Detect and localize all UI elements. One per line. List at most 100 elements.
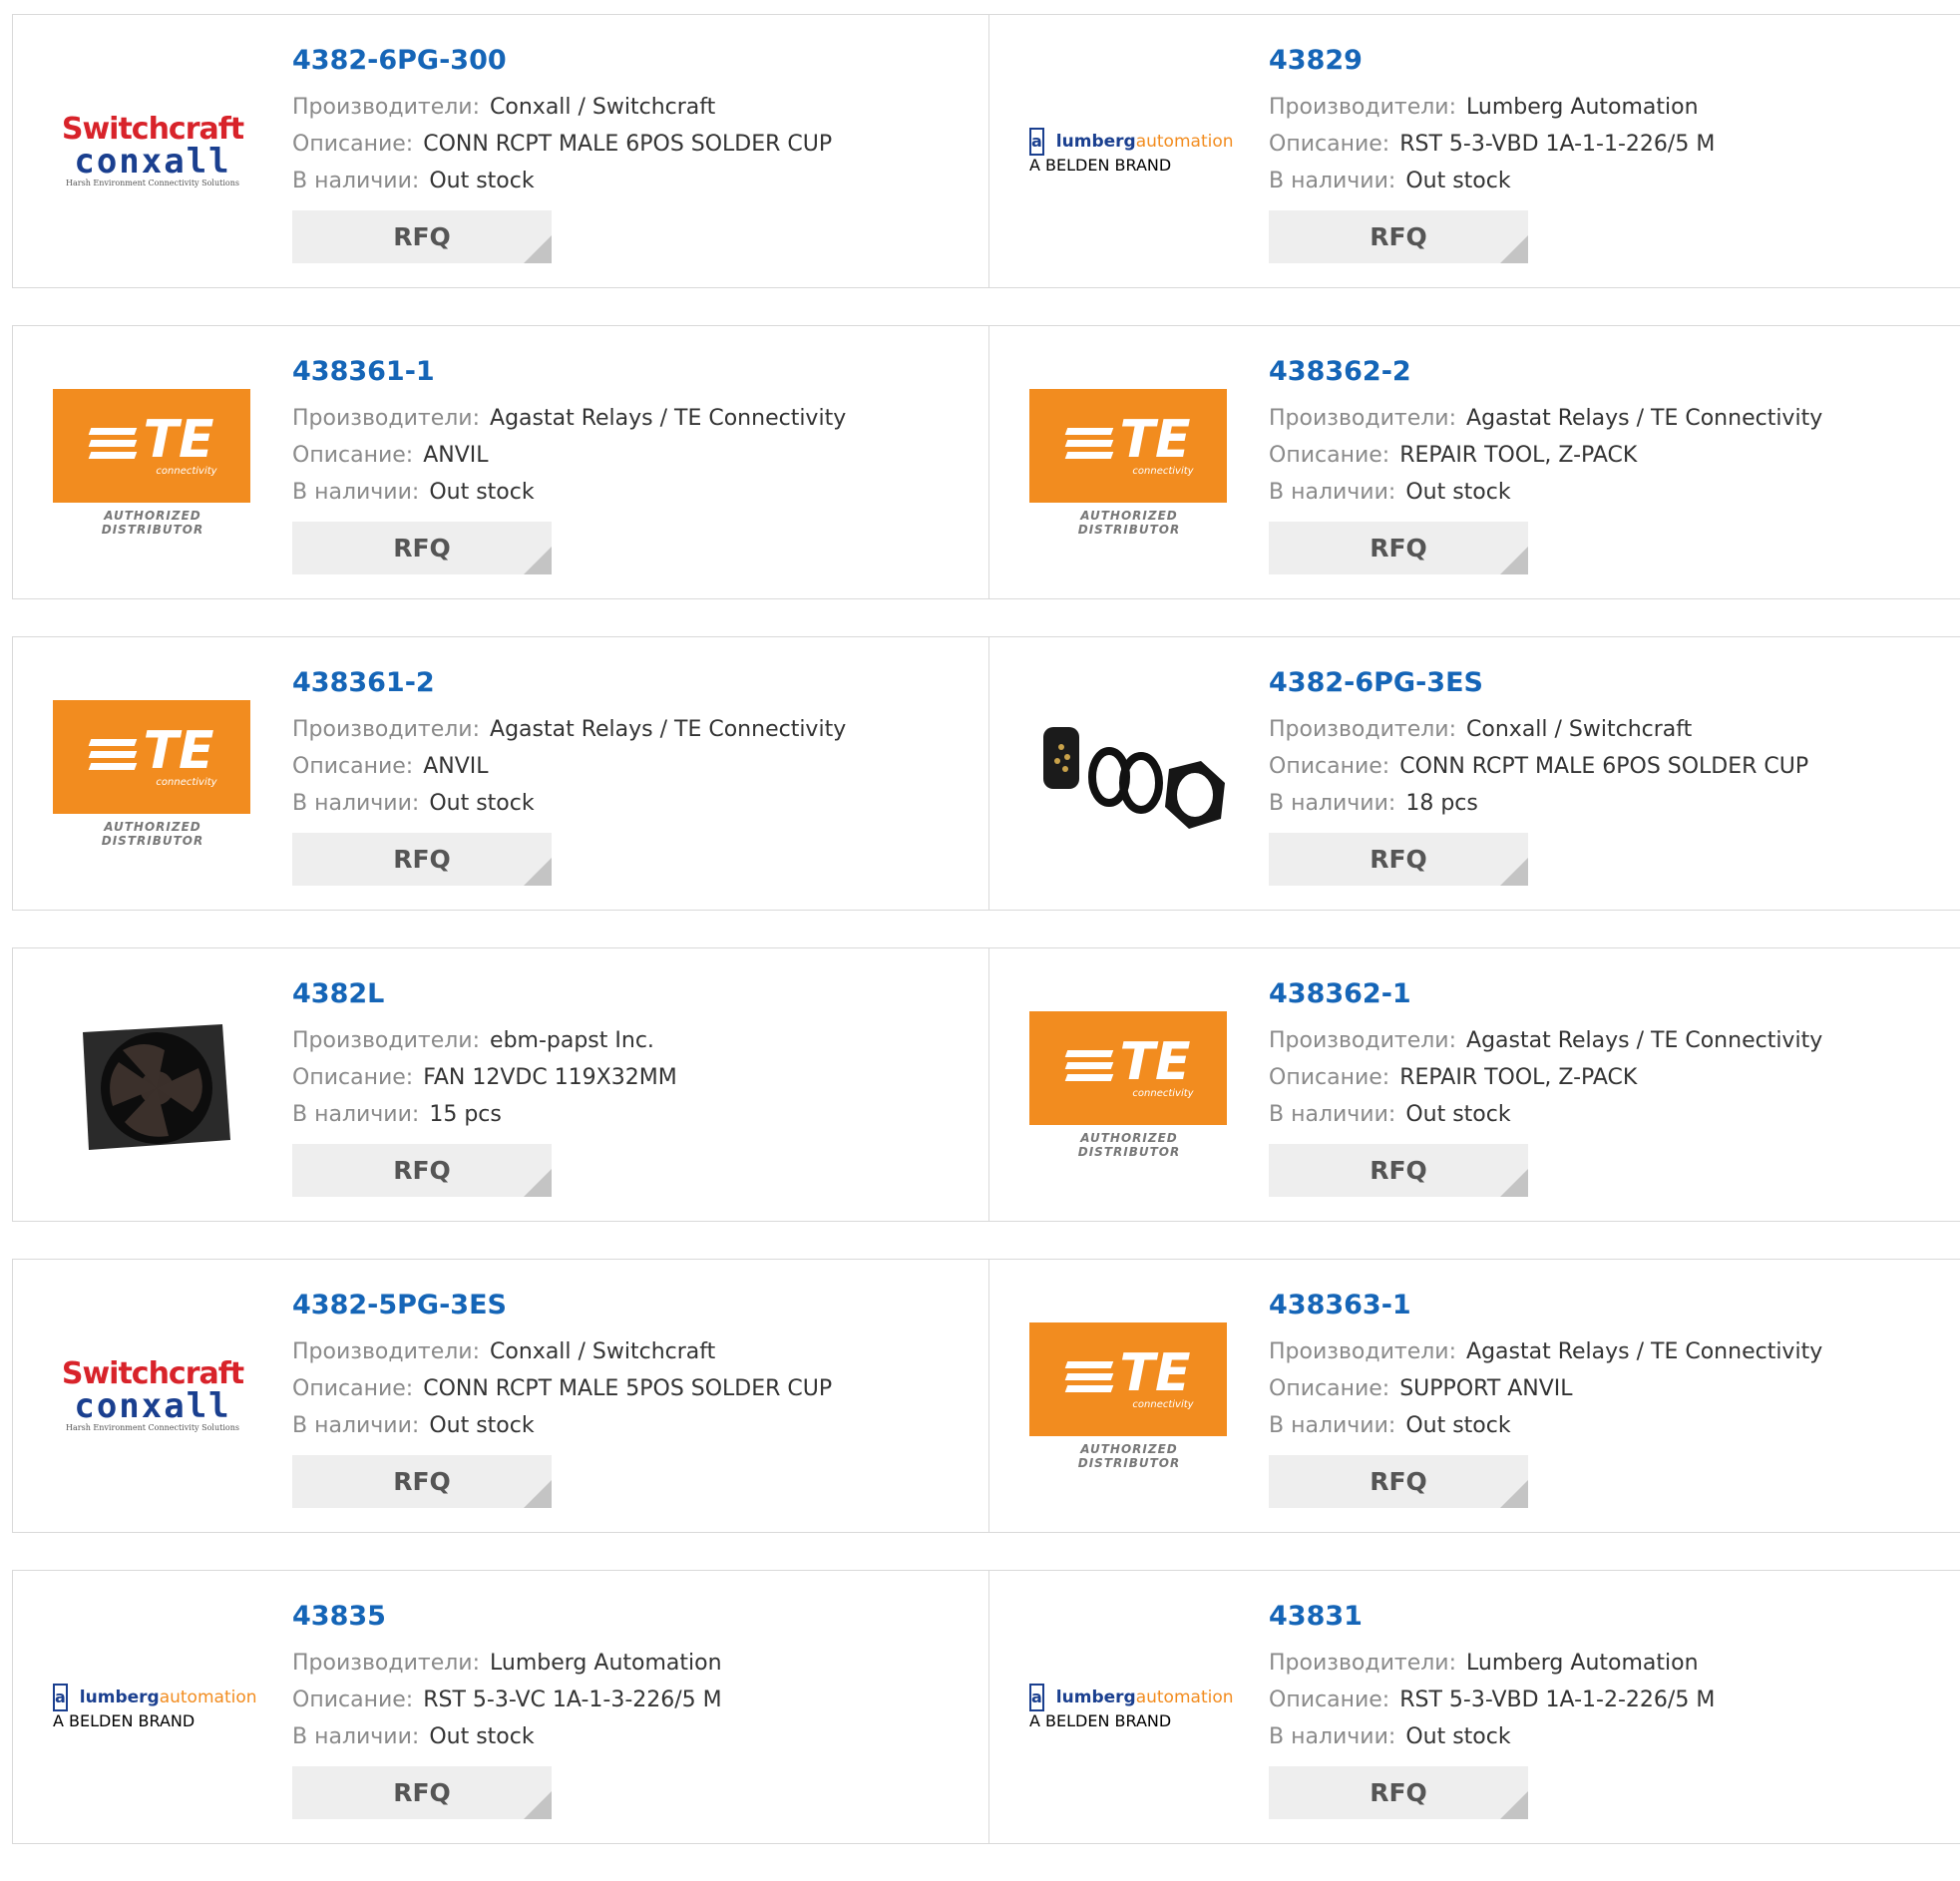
product-card: a lumberg automation A BELDEN BRAND 43831 Про… [988,1571,1960,1843]
rfq-button[interactable]: RFQ [1269,1455,1528,1508]
stock-value: 15 pcs [429,1102,502,1127]
corner-triangle-icon [1500,1480,1528,1508]
logo-text: lumberg [1055,1688,1136,1707]
manufacturer-value: Agastat Relays / TE Connectivity [1466,406,1823,431]
product-image[interactable]: Switchcraft conxall Harsh Environment Conn… [53,77,252,226]
stock-value: Out stock [1405,1413,1511,1438]
rfq-button[interactable]: RFQ [292,1766,552,1819]
stock-label: В наличии: [292,1413,420,1438]
lumberg-icon: a [53,1684,68,1711]
product-image[interactable]: TE connectivity AUTHORIZED DISTRIBUTOR [53,699,252,849]
lumberg-icon: a [1029,1684,1044,1711]
stock-line: В наличии: Out stock [1269,163,1954,199]
product-card: TE connectivity AUTHORIZED DISTRIBUTOR 4383… [988,948,1960,1221]
product-image[interactable]: a lumberg automation A BELDEN BRAND [1029,1633,1234,1782]
product-image[interactable]: a lumberg automation A BELDEN BRAND [1029,77,1234,226]
logo-text: TE [143,410,214,470]
product-image[interactable]: TE connectivity AUTHORIZED DISTRIBUTOR [1029,388,1229,538]
description-label: Описание: [1269,1065,1390,1090]
part-number-link[interactable]: 4382-6PG-300 [292,43,979,79]
manufacturer-line: Производители: Agastat Relays / TE Connec… [1269,1022,1954,1059]
part-number-link[interactable]: 438361-1 [292,354,979,390]
te-mark: TE [1064,414,1191,466]
stock-line: В наличии: Out stock [292,785,979,822]
logo-text: Switchcraft [61,112,244,147]
logo-text: conxall [74,1386,231,1426]
corner-triangle-icon [1500,1791,1528,1819]
stock-label: В наличии: [292,1102,420,1127]
stock-value: Out stock [429,480,535,505]
part-number-link[interactable]: 4382L [292,976,979,1012]
product-image[interactable]: TE connectivity AUTHORIZED DISTRIBUTOR [1029,1010,1229,1160]
part-number-link[interactable]: 438362-1 [1269,976,1954,1012]
te-bars-icon [1064,423,1113,464]
rfq-button[interactable]: RFQ [292,1455,552,1508]
product-card: TE connectivity AUTHORIZED DISTRIBUTOR 4383… [13,637,988,910]
manufacturer-line: Производители: Conxall / Switchcraft [1269,711,1954,748]
rfq-button[interactable]: RFQ [292,1144,552,1197]
product-image[interactable]: a lumberg automation A BELDEN BRAND [53,1633,257,1782]
product-image[interactable]: Switchcraft conxall Harsh Environment Conn… [53,1321,252,1471]
product-info: 43829 Производители: Lumberg Automation Опи… [1269,43,1954,263]
rfq-button[interactable]: RFQ [1269,1144,1528,1197]
stock-label: В наличии: [292,1724,420,1749]
part-number-link[interactable]: 43835 [292,1599,979,1635]
te-bars-icon [1064,1356,1113,1397]
te-connectivity-logo: TE connectivity AUTHORIZED DISTRIBUTOR [1029,1010,1229,1159]
product-card: a lumberg automation A BELDEN BRAND 43835 Про… [13,1571,988,1843]
stock-label: В наличии: [292,791,420,816]
part-number-link[interactable]: 4382-6PG-3ES [1269,665,1954,701]
product-image[interactable]: TE connectivity AUTHORIZED DISTRIBUTOR [53,388,252,538]
product-row: Switchcraft conxall Harsh Environment Conn… [12,1259,1960,1533]
manufacturer-line: Производители: Conxall / Switchcraft [292,1333,979,1370]
stock-line: В наличии: Out stock [1269,474,1954,511]
stock-label: В наличии: [1269,791,1396,816]
authorized-distributor-badge: AUTHORIZED DISTRIBUTOR [101,508,204,537]
product-image[interactable]: TE connectivity AUTHORIZED DISTRIBUTOR [1029,1321,1229,1471]
logo-text: TE [1119,410,1191,470]
rfq-button[interactable]: RFQ [292,522,552,574]
stock-line: В наличии: 15 pcs [292,1096,979,1133]
authorized-distributor-badge: AUTHORIZED DISTRIBUTOR [1077,1441,1181,1470]
rfq-label: RFQ [1370,1467,1427,1496]
rfq-label: RFQ [1370,534,1427,563]
part-number-link[interactable]: 438361-2 [292,665,979,701]
product-row: a lumberg automation A BELDEN BRAND 43835 Про… [12,1570,1960,1844]
manufacturer-label: Производители: [292,717,481,742]
te-mark: TE [88,414,214,466]
rfq-button[interactable]: RFQ [1269,522,1528,574]
lumberg-automation-logo: a lumberg automation A BELDEN BRAND [1029,128,1234,175]
manufacturer-value: Agastat Relays / TE Connectivity [1466,1028,1823,1053]
manufacturer-label: Производители: [292,406,481,431]
manufacturer-label: Производители: [292,95,481,120]
product-image[interactable] [1029,699,1229,849]
rfq-button[interactable]: RFQ [292,833,552,886]
rfq-button[interactable]: RFQ [1269,1766,1528,1819]
part-number-link[interactable]: 438362-2 [1269,354,1954,390]
part-number-link[interactable]: 4382-5PG-3ES [292,1288,979,1323]
stock-value: Out stock [429,1413,535,1438]
stock-value: Out stock [1405,1102,1511,1127]
authorized-distributor-badge: AUTHORIZED DISTRIBUTOR [1077,1130,1181,1159]
stock-label: В наличии: [1269,1102,1396,1127]
te-bars-icon [88,423,137,464]
product-image[interactable] [53,1010,252,1160]
rfq-button[interactable]: RFQ [292,210,552,263]
manufacturer-label: Производители: [1269,1651,1457,1676]
part-number-link[interactable]: 43829 [1269,43,1954,79]
rfq-label: RFQ [393,845,451,874]
part-number-link[interactable]: 43831 [1269,1599,1954,1635]
rfq-button[interactable]: RFQ [1269,210,1528,263]
rfq-button[interactable]: RFQ [1269,833,1528,886]
part-number-link[interactable]: 438363-1 [1269,1288,1954,1323]
product-card: 4382L Производители: ebm-papst Inc. Описани… [13,948,988,1221]
manufacturer-line: Производители: Lumberg Automation [292,1645,979,1682]
product-card: a lumberg automation A BELDEN BRAND 43829 Про… [988,15,1960,287]
te-connectivity-logo: TE connectivity AUTHORIZED DISTRIBUTOR [53,699,252,848]
manufacturer-value: ebm-papst Inc. [490,1028,654,1053]
description-value: CONN RCPT MALE 6POS SOLDER CUP [1399,754,1809,779]
manufacturer-value: Lumberg Automation [490,1651,722,1676]
description-label: Описание: [292,443,414,468]
lumberg-logo-row: a lumberg automation [53,1684,257,1711]
product-card: TE connectivity AUTHORIZED DISTRIBUTOR 4383… [13,326,988,598]
